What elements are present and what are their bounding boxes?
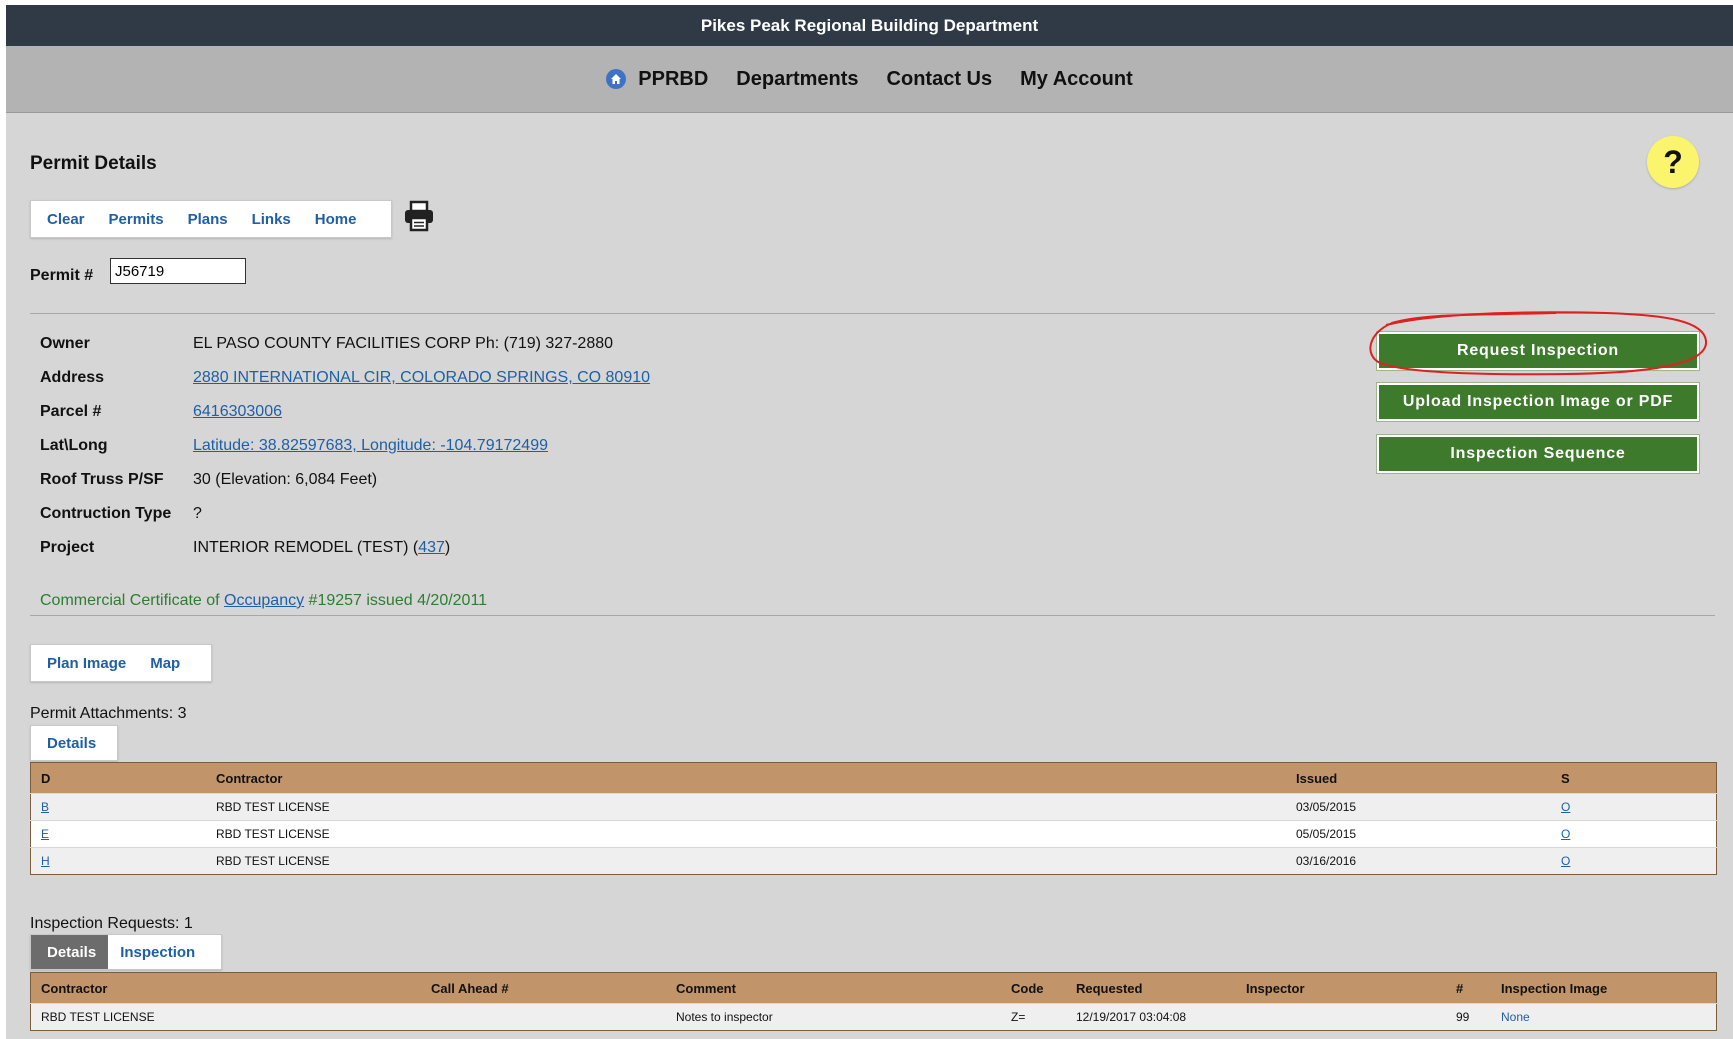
parcel-link[interactable]: 6416303006 [193, 403, 282, 420]
permit-number-input[interactable] [110, 258, 246, 284]
printer-icon[interactable] [403, 200, 435, 232]
attachment-s-link[interactable]: O [1561, 800, 1570, 814]
owner-value: EL PASO COUNTY FACILITIES CORP Ph: (719)… [193, 335, 614, 352]
tab-inspection[interactable]: Inspection [108, 944, 207, 961]
col-number: # [1446, 972, 1491, 1004]
inspection-code: Z= [1001, 1003, 1066, 1031]
parcel-label: Parcel # [40, 403, 102, 420]
inspection-tabs: Details Inspection [30, 934, 222, 970]
app-frame: Pikes Peak Regional Building Department … [6, 5, 1733, 1039]
address-link[interactable]: 2880 INTERNATIONAL CIR, COLORADO SPRINGS… [193, 369, 650, 386]
toolbar-plans[interactable]: Plans [176, 211, 240, 228]
col-contractor: Contractor [30, 972, 421, 1004]
col-d: D [30, 762, 206, 794]
permit-number-label: Permit # [30, 267, 94, 284]
attachment-s-link[interactable]: O [1561, 827, 1570, 841]
inspection-requests-label: Inspection Requests: 1 [30, 915, 193, 932]
roof-truss-label: Roof Truss P/SF [40, 471, 164, 488]
address-label: Address [40, 369, 105, 386]
col-comment: Comment [666, 972, 1001, 1004]
toolbar-permits[interactable]: Permits [97, 211, 176, 228]
page-title: Permit Details [30, 153, 157, 174]
permit-toolbar: Clear Permits Plans Links Home [30, 200, 392, 238]
col-call-ahead: Call Ahead # [421, 972, 666, 1004]
col-contractor: Contractor [206, 762, 1286, 794]
roof-truss-value: 30 (Elevation: 6,084 Feet) [193, 471, 378, 488]
inspection-inspector [1236, 1003, 1446, 1031]
occupancy-link[interactable]: Occupancy [224, 592, 304, 609]
attachments-label: Permit Attachments: 3 [30, 705, 187, 722]
inspection-comment: Notes to inspector [666, 1003, 1001, 1031]
col-s: S [1551, 762, 1717, 794]
request-inspection-button[interactable]: Request Inspection [1376, 331, 1700, 371]
inspection-number: 99 [1446, 1003, 1491, 1031]
tab-plan-image[interactable]: Plan Image [31, 655, 138, 672]
certificate-of-occupancy: Commercial Certificate of Occupancy #192… [40, 592, 487, 610]
certificate-prefix: Commercial Certificate of [40, 592, 225, 609]
main-nav: PPRBD Departments Contact Us My Account [6, 46, 1733, 113]
divider-middle [30, 615, 1715, 616]
top-title-bar: Pikes Peak Regional Building Department [6, 5, 1733, 46]
construction-type-label: Contruction Type [40, 505, 172, 522]
project-close: ) [444, 539, 451, 556]
inspection-image-link[interactable]: None [1501, 1010, 1530, 1024]
help-button[interactable]: ? [1647, 136, 1699, 188]
attachments-table: D Contractor Issued S B RBD TEST LICENSE… [30, 762, 1717, 875]
site-title: Pikes Peak Regional Building Department [700, 15, 1039, 35]
attachment-contractor: RBD TEST LICENSE [206, 793, 1286, 821]
nav-departments[interactable]: Departments [736, 68, 858, 91]
nav-home-label: PPRBD [638, 67, 709, 90]
upload-inspection-button[interactable]: Upload Inspection Image or PDF [1376, 382, 1700, 422]
toolbar-clear[interactable]: Clear [31, 211, 97, 228]
table-row: RBD TEST LICENSE Notes to inspector Z= 1… [30, 1003, 1717, 1031]
certificate-suffix: #19257 issued 4/20/2011 [304, 592, 488, 609]
project-value: INTERIOR REMODEL (TEST) (437) [193, 531, 650, 565]
attachment-contractor: RBD TEST LICENSE [206, 847, 1286, 875]
attachment-issued: 03/05/2015 [1286, 793, 1551, 821]
attachment-s-link[interactable]: O [1561, 854, 1570, 868]
col-issued: Issued [1286, 762, 1551, 794]
toolbar-links[interactable]: Links [240, 211, 303, 228]
inspection-contractor: RBD TEST LICENSE [30, 1003, 421, 1031]
col-code: Code [1001, 972, 1066, 1004]
project-text: INTERIOR REMODEL (TEST) ( [193, 539, 419, 556]
attachment-contractor: RBD TEST LICENSE [206, 820, 1286, 848]
attachment-issued: 05/05/2015 [1286, 820, 1551, 848]
table-row: B RBD TEST LICENSE 03/05/2015 O [30, 793, 1717, 821]
project-label: Project [40, 539, 95, 556]
home-icon [606, 69, 627, 89]
col-inspection-image: Inspection Image [1491, 972, 1717, 1004]
table-row: E RBD TEST LICENSE 05/05/2015 O [30, 820, 1717, 848]
toolbar-home[interactable]: Home [303, 211, 369, 228]
attachments-tabs: Details [30, 725, 118, 761]
latlong-label: Lat\Long [40, 437, 108, 454]
attachment-d-link[interactable]: H [41, 854, 50, 868]
inspection-requested: 12/19/2017 03:04:08 [1066, 1003, 1236, 1031]
nav-home-link[interactable]: PPRBD [606, 68, 708, 91]
tab-inspection-details[interactable]: Details [31, 935, 109, 969]
inspection-requests-table: Contractor Call Ahead # Comment Code Req… [30, 972, 1717, 1031]
permit-details-table: Owner EL PASO COUNTY FACILITIES CORP Ph:… [40, 327, 650, 565]
inspection-sequence-button[interactable]: Inspection Sequence [1376, 434, 1700, 474]
plan-tabs: Plan Image Map [30, 644, 212, 682]
owner-label: Owner [40, 335, 90, 352]
table-row: H RBD TEST LICENSE 03/16/2016 O [30, 847, 1717, 875]
col-inspector: Inspector [1236, 972, 1446, 1004]
project-link[interactable]: 437 [418, 539, 445, 556]
divider-top [30, 313, 1715, 314]
nav-my-account[interactable]: My Account [1020, 68, 1133, 91]
latlong-link[interactable]: Latitude: 38.82597683, Longitude: -104.7… [193, 437, 548, 454]
tab-map[interactable]: Map [138, 655, 192, 672]
attachment-d-link[interactable]: E [41, 827, 49, 841]
inspection-call-ahead [421, 1003, 666, 1031]
attachment-d-link[interactable]: B [41, 800, 49, 814]
nav-contact-us[interactable]: Contact Us [887, 68, 993, 91]
tab-attachment-details[interactable]: Details [31, 735, 108, 752]
attachment-issued: 03/16/2016 [1286, 847, 1551, 875]
col-requested: Requested [1066, 972, 1236, 1004]
construction-type-value: ? [193, 505, 202, 522]
